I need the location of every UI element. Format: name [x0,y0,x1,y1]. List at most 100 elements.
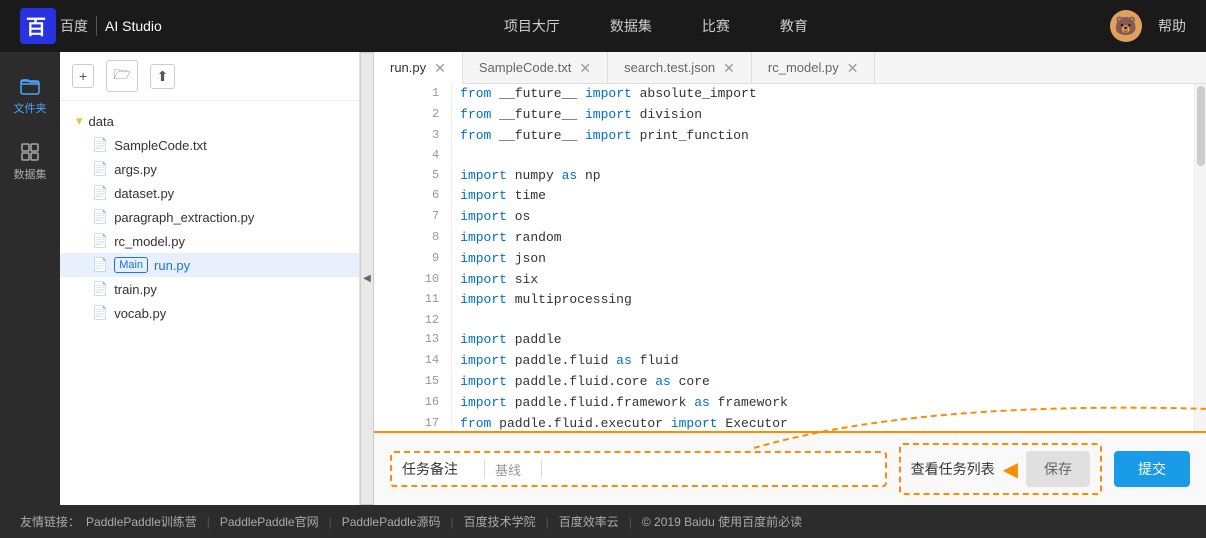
tab-search-test[interactable]: search.test.json ✕ [608,52,752,83]
task-right-area: 查看任务列表 ◀ 保存 [899,443,1102,495]
table-row: 4 [374,146,1194,165]
datasets-icon [18,140,42,164]
main-badge: Main [114,257,148,273]
file-icon-dataset: 📄 [92,185,108,201]
tab-samplecode[interactable]: SampleCode.txt ✕ [463,52,608,83]
table-row: 14 import paddle.fluid as fluid [374,351,1194,372]
main-content: 文件夹 数据集 + 🗁 ⬆ ▾ data [0,52,1206,505]
list-item[interactable]: 📄 vocab.py [60,301,359,325]
list-item[interactable]: 📄 Main run.py [60,253,359,277]
new-folder-button[interactable]: 🗁 [106,60,137,92]
upload-button[interactable]: ⬆ [150,64,176,89]
file-icon-paragraph: 📄 [92,209,108,225]
task-note-input[interactable] [552,462,875,477]
footer-copyright: © 2019 Baidu 使用百度前必读 [642,513,802,530]
close-tab-run[interactable]: ✕ [434,61,446,75]
user-avatar[interactable]: 🐻 [1110,10,1142,42]
table-row: 10 import six [374,270,1194,291]
code-table: 1 from __future__ import absolute_import… [374,84,1194,431]
editor-tabs: run.py ✕ SampleCode.txt ✕ search.test.js… [374,52,1206,84]
footer-link-training[interactable]: PaddlePaddle训练营 [86,513,197,530]
table-row: 12 [374,311,1194,330]
footer-link-official[interactable]: PaddlePaddle官网 [220,513,319,530]
folder-icon [18,74,42,98]
table-row: 3 from __future__ import print_function [374,126,1194,147]
file-toolbar: + 🗁 ⬆ [60,52,359,101]
code-area: 1 from __future__ import absolute_import… [374,84,1206,431]
task-input-area: 任务备注 基线 [390,451,887,487]
tab-run-py[interactable]: run.py ✕ [374,52,463,84]
folder-chevron-icon: ▾ [76,113,83,129]
footer-link-source[interactable]: PaddlePaddle源码 [342,513,441,530]
left-sidebar: 文件夹 数据集 [0,52,60,505]
sidebar-item-datasets[interactable]: 数据集 [0,128,60,194]
table-row: 9 import json [374,249,1194,270]
table-row: 8 import random [374,228,1194,249]
svg-text:百: 百 [26,17,46,39]
table-row: 11 import multiprocessing [374,290,1194,311]
table-row: 7 import os [374,207,1194,228]
view-tasks-button[interactable]: 查看任务列表 [911,459,995,479]
topnav-right: 🐻 帮助 [1110,10,1186,42]
logo-area: 百 百度 AI Studio [20,8,162,44]
action-bar: 任务备注 基线 查看任务列表 ◀ 保存 提交 [374,431,1206,505]
active-file-name: run.py [154,258,190,273]
file-icon-args: 📄 [92,161,108,177]
close-tab-rcmodel[interactable]: ✕ [847,61,859,75]
footer-link-efficiency[interactable]: 百度效率云 [559,513,619,530]
brand-text: 百度 [60,16,88,36]
baidu-icon: 百 [20,8,56,44]
arrow-left-icon: ◀ [1003,457,1018,482]
file-icon-run: 📄 [92,257,108,273]
table-row: 1 from __future__ import absolute_import [374,84,1194,105]
file-icon-samplecode: 📄 [92,137,108,153]
list-item[interactable]: 📄 SampleCode.txt [60,133,359,157]
list-item[interactable]: 📄 paragraph_extraction.py [60,205,359,229]
file-icon-rcmodel: 📄 [92,233,108,249]
folder-data[interactable]: ▾ data [60,109,359,133]
main-nav: 项目大厅 数据集 比赛 教育 [202,16,1110,36]
task-divider2 [541,459,542,479]
help-link[interactable]: 帮助 [1158,16,1186,36]
close-tab-sample[interactable]: ✕ [579,61,591,75]
save-button[interactable]: 保存 [1026,451,1090,487]
studio-text: AI Studio [105,18,162,34]
file-explorer: + 🗁 ⬆ ▾ data 📄 SampleCode.txt 📄 args.py … [60,52,360,505]
table-row: 2 from __future__ import division [374,105,1194,126]
submit-button[interactable]: 提交 [1114,451,1190,487]
baseline-label: 基线 [495,460,521,479]
editor-area: run.py ✕ SampleCode.txt ✕ search.test.js… [374,52,1206,505]
scrollbar-thumb[interactable] [1197,86,1205,166]
sidebar-item-files[interactable]: 文件夹 [0,62,60,128]
folder-name: data [89,114,114,129]
file-icon-vocab: 📄 [92,305,108,321]
code-content[interactable]: 1 from __future__ import absolute_import… [374,84,1194,431]
collapse-arrow[interactable]: ◀ [360,52,374,505]
table-row: 17 from paddle.fluid.executor import Exe… [374,414,1194,431]
new-file-button[interactable]: + [72,64,94,88]
tab-rc-model[interactable]: rc_model.py ✕ [752,52,876,83]
file-tree: ▾ data 📄 SampleCode.txt 📄 args.py 📄 data… [60,101,359,505]
table-row: 15 import paddle.fluid.core as core [374,372,1194,393]
sidebar-label-files: 文件夹 [14,100,47,116]
task-label: 任务备注 [402,459,458,479]
list-item[interactable]: 📄 args.py [60,157,359,181]
list-item[interactable]: 📄 dataset.py [60,181,359,205]
footer-prefix: 友情链接： [20,513,80,530]
list-item[interactable]: 📄 train.py [60,277,359,301]
close-tab-search[interactable]: ✕ [723,61,735,75]
footer: 友情链接： PaddlePaddle训练营 | PaddlePaddle官网 |… [0,505,1206,538]
footer-link-academy[interactable]: 百度技术学院 [464,513,536,530]
table-row: 6 import time [374,186,1194,207]
nav-projects[interactable]: 项目大厅 [504,16,560,36]
table-row: 13 import paddle [374,330,1194,351]
table-row: 16 import paddle.fluid.framework as fram… [374,393,1194,414]
scrollbar[interactable] [1194,84,1206,431]
list-item[interactable]: 📄 rc_model.py [60,229,359,253]
sidebar-label-datasets: 数据集 [14,166,47,182]
nav-competition[interactable]: 比赛 [702,16,730,36]
nav-datasets[interactable]: 数据集 [610,16,652,36]
file-icon-train: 📄 [92,281,108,297]
top-navbar: 百 百度 AI Studio 项目大厅 数据集 比赛 教育 🐻 帮助 [0,0,1206,52]
nav-education[interactable]: 教育 [780,16,808,36]
